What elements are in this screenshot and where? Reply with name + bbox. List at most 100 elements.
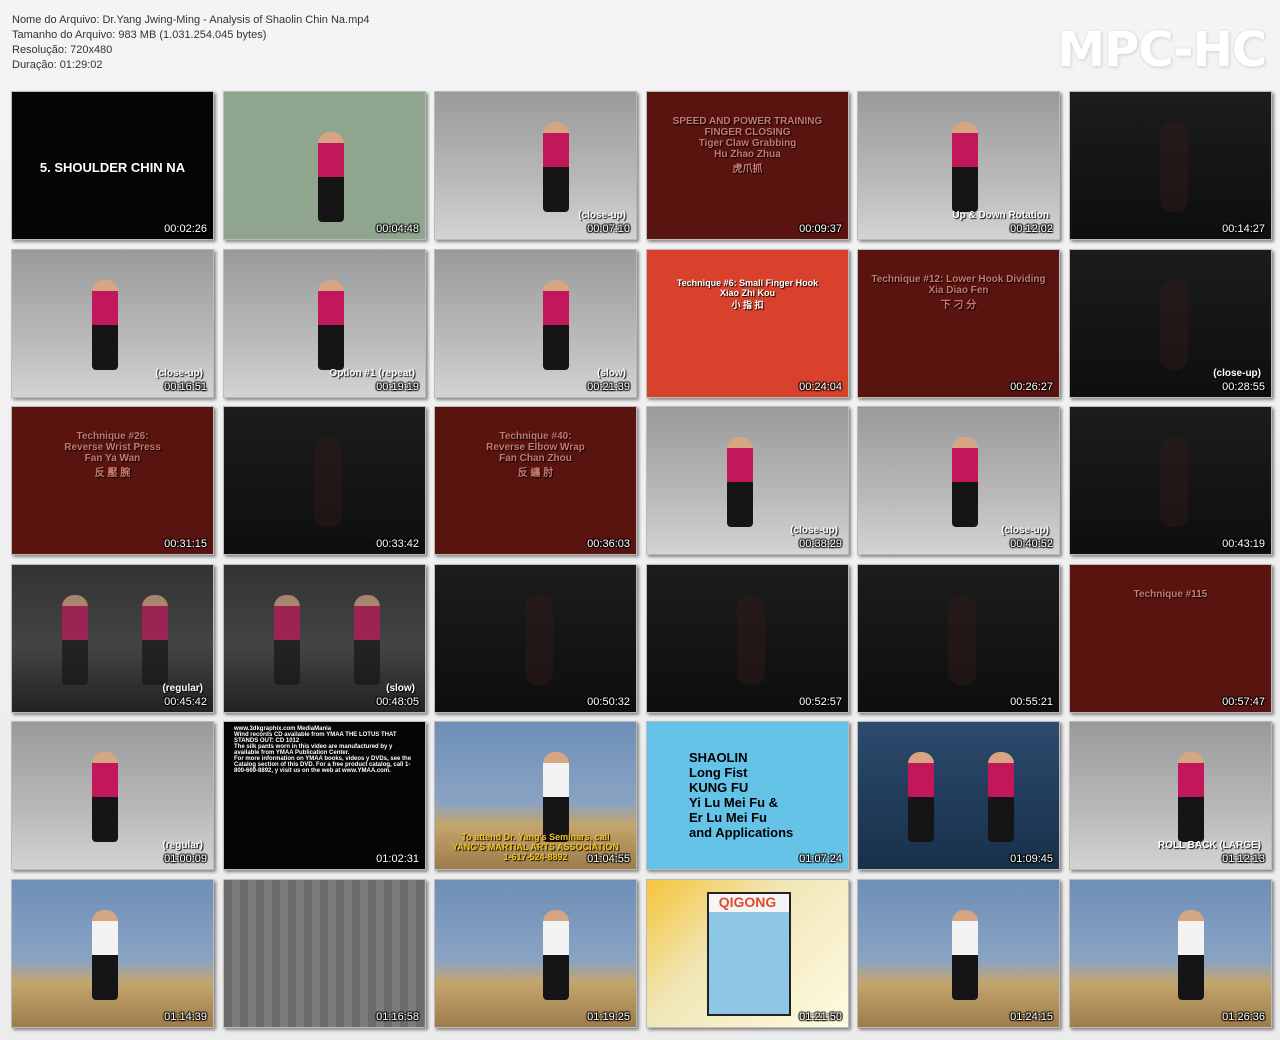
person-figure <box>92 280 118 370</box>
frame-timestamp: 00:12:02 <box>1010 223 1053 235</box>
person-figure <box>543 752 569 842</box>
frame-caption: QIGONG <box>718 894 777 910</box>
frame-caption: Technique #115 <box>1133 589 1208 600</box>
frame-caption: Technique #26: Reverse Wrist Press Fan Y… <box>64 431 161 479</box>
video-thumbnail: (close-up) 00:07:10 <box>434 91 637 240</box>
video-thumbnail: 00:33:42 <box>223 406 426 555</box>
video-thumbnail: 00:52:57 <box>646 564 849 713</box>
video-thumbnail: Up & Down Rotation 00:12:02 <box>857 91 1060 240</box>
person-figure <box>525 595 553 685</box>
frame-timestamp: 01:04:55 <box>587 853 630 865</box>
frame-caption: (close-up) <box>1001 525 1049 536</box>
person-figure <box>988 752 1014 842</box>
person-figure <box>727 437 753 527</box>
frame-timestamp: 00:14:27 <box>1222 223 1265 235</box>
video-thumbnail: SHAOLIN Long Fist KUNG FU Yi Lu Mei Fu &… <box>646 721 849 870</box>
thumbnail-frame <box>647 250 848 397</box>
video-thumbnail: 01:09:45 <box>857 721 1060 870</box>
person-figure <box>737 595 765 685</box>
video-thumbnail: 01:16:58 <box>223 879 426 1028</box>
person-figure <box>1160 122 1188 212</box>
frame-timestamp: 01:02:31 <box>376 853 419 865</box>
frame-caption: (slow) <box>386 683 415 694</box>
person-figure <box>952 910 978 1000</box>
frame-timestamp: 01:09:45 <box>1010 853 1053 865</box>
thumbnail-frame <box>858 250 1059 397</box>
dvd-cover <box>707 892 791 1016</box>
video-thumbnail: (close-up) 00:28:55 <box>1069 249 1272 398</box>
video-thumbnail: 01:26:36 <box>1069 879 1272 1028</box>
frame-timestamp: 01:07:24 <box>799 853 842 865</box>
video-thumbnail: (close-up) 00:40:52 <box>857 406 1060 555</box>
frame-caption: (close-up) <box>155 368 203 379</box>
frame-timestamp: 00:45:42 <box>164 696 207 708</box>
video-thumbnail: Technique #26: Reverse Wrist Press Fan Y… <box>11 406 214 555</box>
video-thumbnail: (close-up) 00:16:51 <box>11 249 214 398</box>
frame-timestamp: 00:09:37 <box>799 223 842 235</box>
person-figure <box>318 132 344 222</box>
frame-timestamp: 00:26:27 <box>1010 381 1053 393</box>
file-name-line: Nome do Arquivo: Dr.Yang Jwing-Ming - An… <box>12 14 370 26</box>
video-thumbnail: www.3dkgraphix.com MediaMania Wind recor… <box>223 721 426 870</box>
duration-line: Duração: 01:29:02 <box>12 59 103 71</box>
video-thumbnail: 01:24:15 <box>857 879 1060 1028</box>
frame-caption: (close-up) <box>1213 368 1261 379</box>
person-figure <box>318 280 344 370</box>
frame-caption: Technique #6: Small Finger Hook Xiao Zhi… <box>676 278 819 310</box>
video-thumbnail: 00:55:21 <box>857 564 1060 713</box>
person-figure <box>543 280 569 370</box>
person-figure <box>1178 752 1204 842</box>
frame-caption: Option #1 (repeat) <box>329 368 415 379</box>
video-thumbnail: ROLL BACK (LARGE) 01:12:13 <box>1069 721 1272 870</box>
frame-timestamp: 01:19:25 <box>587 1011 630 1023</box>
frame-timestamp: 01:26:36 <box>1222 1011 1265 1023</box>
person-figure <box>314 437 342 527</box>
frame-timestamp: 00:38:29 <box>799 538 842 550</box>
video-thumbnail: 00:04:48 <box>223 91 426 240</box>
frame-caption: 5. SHOULDER CHIN NA <box>39 160 186 175</box>
frame-caption: www.3dkgraphix.com MediaMania Wind recor… <box>234 726 412 774</box>
frame-caption: Technique #40: Reverse Elbow Wrap Fan Ch… <box>486 431 585 479</box>
person-figure <box>62 595 88 685</box>
frame-timestamp: 00:24:04 <box>799 381 842 393</box>
video-thumbnail: QIGONG 01:21:50 <box>646 879 849 1028</box>
video-thumbnail: Technique #6: Small Finger Hook Xiao Zhi… <box>646 249 849 398</box>
frame-caption: (slow) <box>597 368 626 379</box>
person-figure <box>354 595 380 685</box>
frame-timestamp: 00:57:47 <box>1222 696 1265 708</box>
video-thumbnail: Technique #12: Lower Hook Dividing Xia D… <box>857 249 1060 398</box>
frame-caption: (close-up) <box>790 525 838 536</box>
video-thumbnail: (regular) 01:00:09 <box>11 721 214 870</box>
video-thumbnail: 00:43:19 <box>1069 406 1272 555</box>
frame-timestamp: 01:12:13 <box>1222 853 1265 865</box>
frame-timestamp: 01:24:15 <box>1010 1011 1053 1023</box>
thumbnail-frame <box>12 407 213 554</box>
person-figure <box>948 595 976 685</box>
person-figure <box>1178 910 1204 1000</box>
video-thumbnail: (regular) 00:45:42 <box>11 564 214 713</box>
frame-timestamp: 00:48:05 <box>376 696 419 708</box>
frame-timestamp: 01:16:58 <box>376 1011 419 1023</box>
frame-timestamp: 00:40:52 <box>1010 538 1053 550</box>
file-size-line: Tamanho do Arquivo: 983 MB (1.031.254.04… <box>12 29 267 41</box>
frame-timestamp: 00:07:10 <box>587 223 630 235</box>
person-figure <box>92 752 118 842</box>
person-figure <box>1160 437 1188 527</box>
person-figure <box>543 910 569 1000</box>
thumbnail-frame <box>435 407 636 554</box>
video-thumbnail: Technique #40: Reverse Elbow Wrap Fan Ch… <box>434 406 637 555</box>
video-thumbnail: 01:14:39 <box>11 879 214 1028</box>
thumbnail-frame <box>858 722 1059 869</box>
video-thumbnail: Technique #115 00:57:47 <box>1069 564 1272 713</box>
video-thumbnail: (close-up) 00:38:29 <box>646 406 849 555</box>
video-thumbnail: (slow) 00:48:05 <box>223 564 426 713</box>
frame-timestamp: 00:02:26 <box>164 223 207 235</box>
frame-caption: (regular) <box>162 683 203 694</box>
frame-timestamp: 00:55:21 <box>1010 696 1053 708</box>
thumbnail-frame <box>1070 880 1271 1027</box>
video-thumbnail: 5. SHOULDER CHIN NA 00:02:26 <box>11 91 214 240</box>
frame-timestamp: 00:36:03 <box>587 538 630 550</box>
person-figure <box>142 595 168 685</box>
mpc-hc-logo: MPC-HC <box>1057 22 1267 78</box>
video-thumbnail: 00:50:32 <box>434 564 637 713</box>
